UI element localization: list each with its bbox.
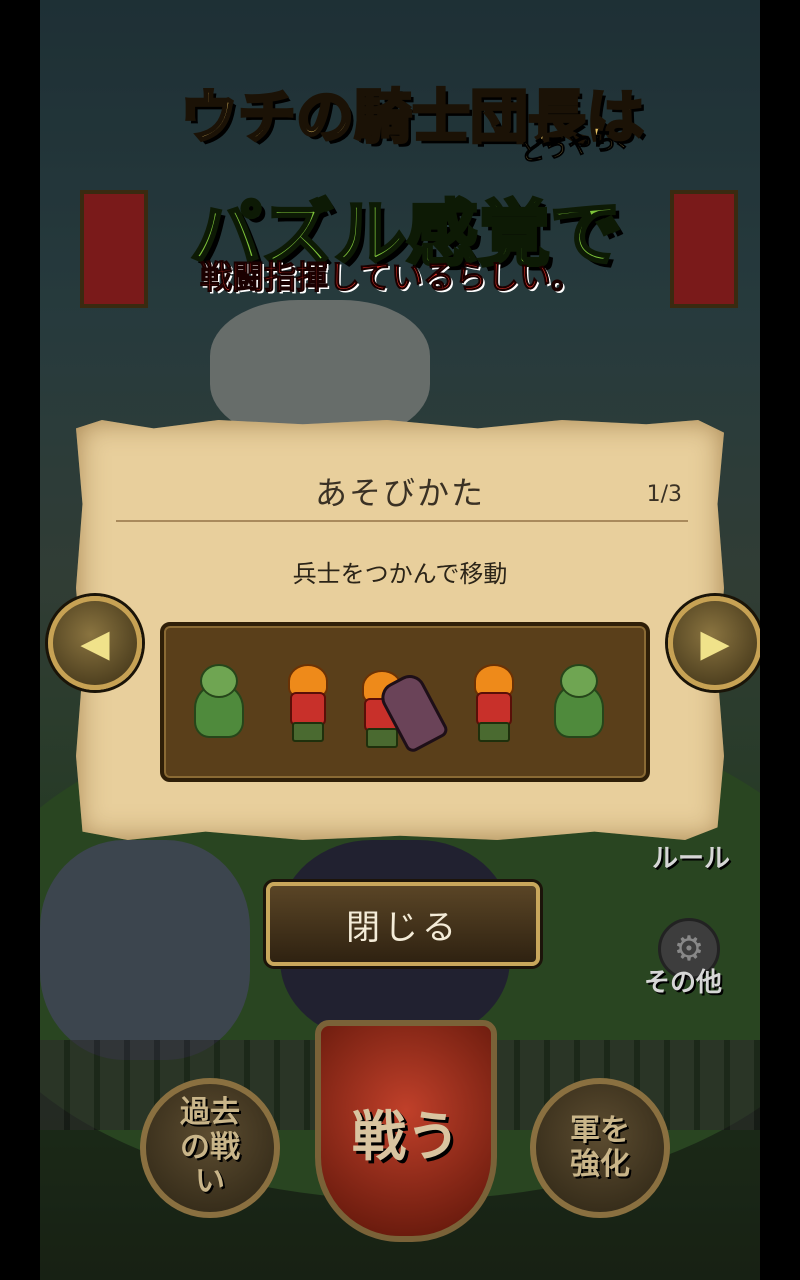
orc-soldier-icon bbox=[546, 664, 606, 742]
logo-line-3: 戦闘指揮しているらしい。 bbox=[199, 258, 584, 297]
right-arrow-icon: ▶ bbox=[700, 621, 730, 665]
left-banner bbox=[80, 190, 148, 308]
rules-label: ルール bbox=[652, 844, 731, 874]
fight-label: 戦う bbox=[352, 1104, 460, 1168]
other-label: その他 bbox=[644, 968, 723, 998]
orc-soldier-icon bbox=[186, 664, 246, 742]
close-label: 閉じる bbox=[346, 907, 460, 948]
next-page-button[interactable]: ▶ bbox=[668, 596, 760, 690]
strengthen-army-label: 軍を強化 bbox=[570, 1112, 630, 1182]
dialog-divider bbox=[116, 520, 688, 522]
previous-page-button[interactable]: ◀ bbox=[48, 596, 142, 690]
left-arrow-icon: ◀ bbox=[80, 621, 110, 665]
page-indicator: 1/3 bbox=[646, 482, 682, 507]
knight-soldier-icon bbox=[276, 664, 336, 742]
past-battles-label: 過去の戦い bbox=[180, 1095, 240, 1200]
how-to-play-dialog: あそびかた 1/3 兵士をつかんで移動 bbox=[76, 420, 724, 840]
tutorial-demo-panel bbox=[160, 622, 650, 782]
past-battles-button[interactable]: 過去の戦い bbox=[140, 1078, 280, 1218]
strengthen-army-button[interactable]: 軍を強化 bbox=[530, 1078, 670, 1218]
dialog-instruction: 兵士をつかんで移動 bbox=[292, 560, 508, 588]
close-button[interactable]: 閉じる bbox=[266, 882, 540, 966]
other-button[interactable]: その他 bbox=[644, 962, 722, 999]
knight-soldier-icon bbox=[462, 664, 522, 742]
right-banner bbox=[670, 190, 738, 308]
title-logo: ウチの騎士団長は どうやら、 パズル感覚で 戦闘指揮しているらしい。 bbox=[60, 30, 750, 308]
fight-button[interactable]: 戦う bbox=[315, 1020, 497, 1242]
game-screen: ウチの騎士団長は どうやら、 パズル感覚で 戦闘指揮しているらしい。 ルール ⚙… bbox=[40, 0, 760, 1280]
rules-button[interactable]: ルール bbox=[652, 838, 730, 875]
dialog-title: あそびかた bbox=[314, 474, 485, 512]
